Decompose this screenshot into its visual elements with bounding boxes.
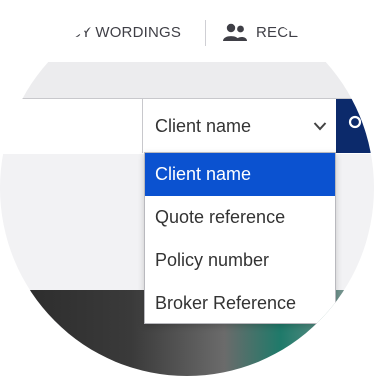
search-input[interactable] [0, 99, 146, 155]
dropdown-option-quote-reference[interactable]: Quote reference [145, 196, 335, 239]
chevron-down-icon [313, 122, 327, 131]
search-bar: Client name [0, 98, 374, 155]
screenshot-viewport: CY WORDINGS RECE Client name Client name… [0, 0, 374, 376]
nav-link-policy-wordings[interactable]: CY WORDINGS [70, 24, 181, 41]
search-type-select[interactable]: Client name [142, 99, 336, 153]
search-button[interactable] [336, 99, 374, 153]
nav-link-recent[interactable]: RECE [256, 24, 298, 41]
search-type-dropdown: Client name Quote reference Policy numbe… [144, 152, 336, 324]
nav-separator [205, 20, 206, 46]
search-icon [348, 115, 362, 129]
people-icon [223, 23, 247, 41]
dropdown-option-broker-reference[interactable]: Broker Reference [145, 282, 335, 325]
top-navigation: CY WORDINGS RECE [0, 0, 374, 62]
dropdown-option-policy-number[interactable]: Policy number [145, 239, 335, 282]
header-band [0, 62, 374, 98]
dropdown-option-client-name[interactable]: Client name [145, 153, 335, 196]
select-value: Client name [155, 116, 252, 136]
